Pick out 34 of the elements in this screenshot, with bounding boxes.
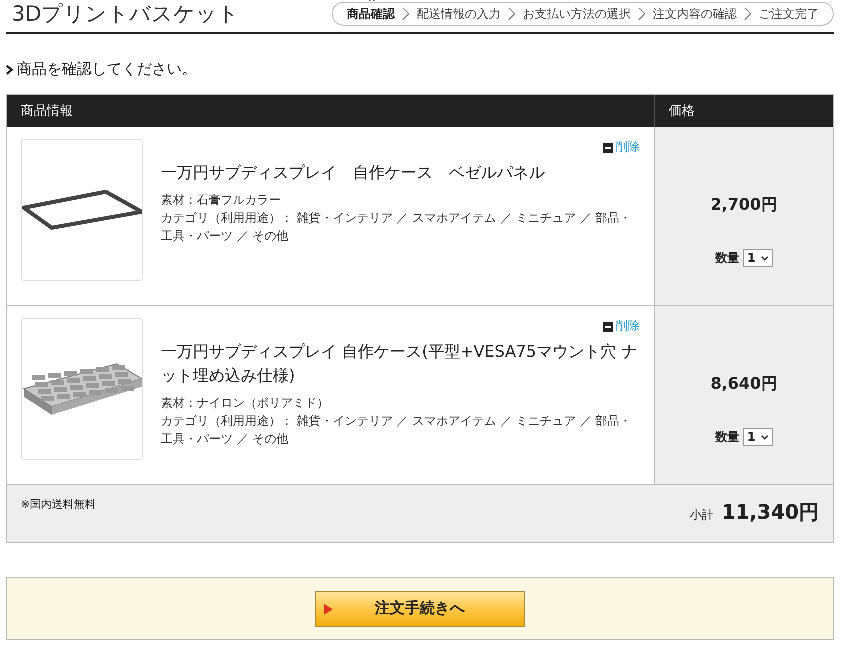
step-item: ご注文完了 bbox=[759, 6, 819, 22]
subtotal-label: 小計 bbox=[690, 507, 714, 524]
step-item: 商品確認 bbox=[347, 6, 395, 22]
quantity-select[interactable]: 1 bbox=[743, 249, 773, 267]
play-icon bbox=[324, 604, 333, 614]
column-header: 商品情報 bbox=[20, 103, 74, 121]
item-price: 2,700円 bbox=[710, 195, 778, 216]
product-name[interactable]: 一万円サブディスプレイ 自作ケース(平型+VESA75マウント穴 ナット埋め込み仕様) bbox=[161, 340, 640, 388]
product-category: カテゴリ（利用用途）： 雑貨・インテリア ／ スマホアイテム ／ ミニチュア ／ 部品・工具・パーツ ／ その他 bbox=[161, 210, 633, 245]
shipping-note: ※国内送料無料 bbox=[21, 497, 96, 513]
quantity-label: 数量 bbox=[715, 428, 740, 446]
product-name[interactable]: 一万円サブディスプレイ 自作ケース ベゼルパネル bbox=[161, 161, 640, 185]
minus-icon bbox=[603, 322, 613, 332]
caret-icon bbox=[760, 256, 769, 260]
chevron-icon bbox=[6, 64, 14, 74]
chevron-icon bbox=[508, 7, 516, 21]
chevron-icon bbox=[638, 7, 646, 21]
caret-icon bbox=[760, 434, 769, 440]
product-material: 素材：石膏フルカラー bbox=[161, 192, 282, 209]
subtotal-amount: 11,340円 bbox=[722, 499, 819, 526]
chevron-icon bbox=[402, 7, 410, 21]
quantity-select[interactable]: 1 bbox=[743, 428, 773, 446]
step-item: お支払い方法の選択 bbox=[523, 6, 631, 22]
product-category: カテゴリ（利用用途）： 雑貨・インテリア ／ スマホアイテム ／ ミニチュア ／ 部品・工具・パーツ ／ その他 bbox=[161, 413, 633, 448]
instruction-text: 商品を確認してください。 bbox=[17, 60, 197, 79]
quantity-label: 数量 bbox=[715, 250, 740, 266]
product-material: 素材：ナイロン（ポリアミド） bbox=[161, 395, 330, 412]
page-title: 3Dプリントバスケット bbox=[12, 1, 240, 28]
item-price: 8,640円 bbox=[710, 374, 778, 395]
step-item: 注文内容の確認 bbox=[653, 6, 737, 22]
checkout-button[interactable]: 注文手続きへ bbox=[315, 590, 525, 626]
step-item: 配送情報の入力 bbox=[417, 6, 501, 22]
minus-icon bbox=[603, 142, 613, 152]
chevron-icon bbox=[744, 7, 752, 21]
